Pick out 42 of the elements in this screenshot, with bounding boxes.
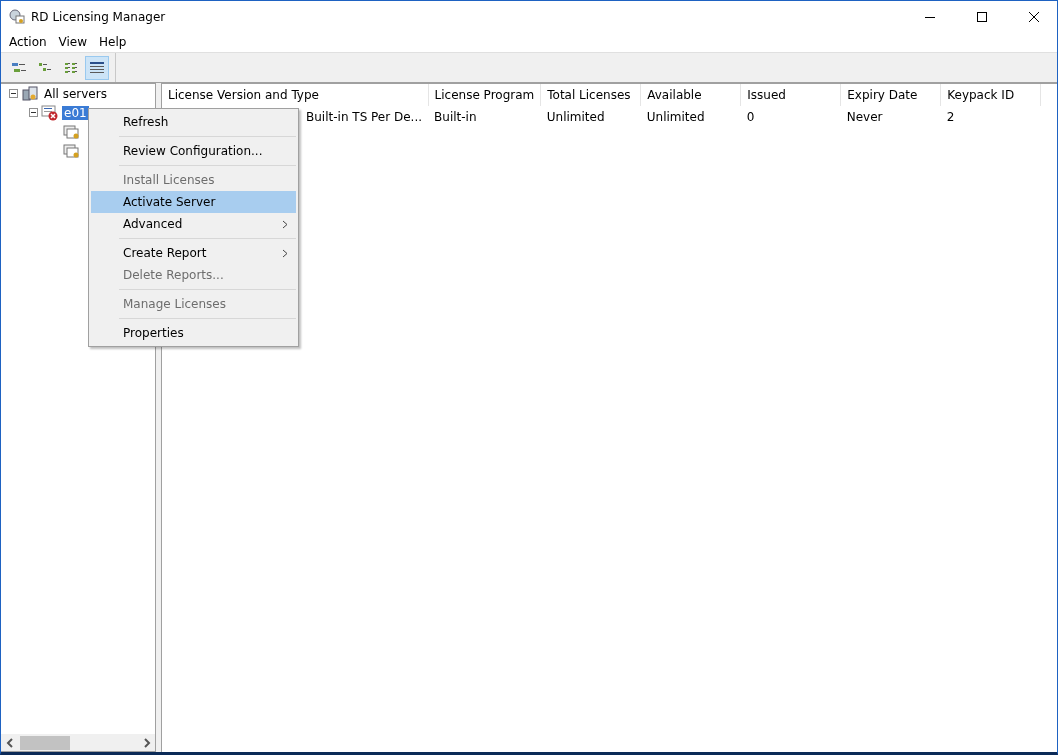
minus-icon	[10, 90, 17, 97]
column-header[interactable]: Available	[640, 84, 741, 106]
details-view-icon	[89, 59, 105, 76]
context-menu-item[interactable]: Activate Server	[91, 191, 296, 213]
tree-item[interactable]: All servers	[42, 86, 109, 101]
table-cell: 2	[946, 110, 955, 124]
table-cell: Unlimited	[646, 110, 705, 124]
context-menu-item[interactable]: Properties	[91, 322, 296, 344]
app-icon	[9, 8, 25, 25]
collapse-toggle[interactable]	[29, 108, 38, 117]
column-header[interactable]: License Program	[428, 84, 541, 106]
chevron-right-icon	[142, 737, 151, 748]
column-header[interactable]: License Version and Type	[162, 84, 429, 106]
maximize-icon	[977, 11, 987, 22]
table-cell: 0	[746, 110, 755, 124]
menu-item[interactable]: Help	[93, 32, 133, 52]
collapse-toggle[interactable]	[9, 89, 18, 98]
toolbar-button[interactable]	[85, 55, 109, 80]
column-header[interactable]: Keypack ID	[940, 84, 1041, 106]
menu-item[interactable]: Action	[3, 32, 53, 52]
context-menu-item[interactable]: Create Report	[91, 242, 296, 264]
table-cell: Never	[846, 110, 883, 124]
scrollbar-thumb[interactable]	[20, 735, 70, 750]
chevron-left-icon	[5, 737, 14, 748]
column-header[interactable]: Issued	[740, 84, 841, 106]
server-error-icon	[41, 104, 59, 121]
table-cell: Built-in TS Per De...	[306, 110, 423, 124]
server-group-icon	[21, 85, 39, 102]
context-menu-item[interactable]: Advanced	[91, 213, 296, 235]
window-title: RD Licensing Manager	[31, 9, 167, 24]
context-menu-item[interactable]: Refresh	[91, 111, 296, 133]
table-cell: Unlimited	[546, 110, 605, 124]
menu-item[interactable]: View	[52, 32, 94, 52]
column-header[interactable]: Expiry Date	[840, 84, 941, 106]
minus-icon	[30, 109, 37, 116]
column-header[interactable]: Total Licenses	[540, 84, 641, 106]
licenses-icon	[63, 123, 81, 140]
table-cell: Built-in	[434, 110, 477, 124]
context-menu-item[interactable]: Review Configuration...	[91, 140, 296, 162]
tree-item[interactable]: e01	[62, 105, 89, 120]
licenses-icon	[63, 142, 81, 159]
close-icon	[1029, 11, 1039, 22]
